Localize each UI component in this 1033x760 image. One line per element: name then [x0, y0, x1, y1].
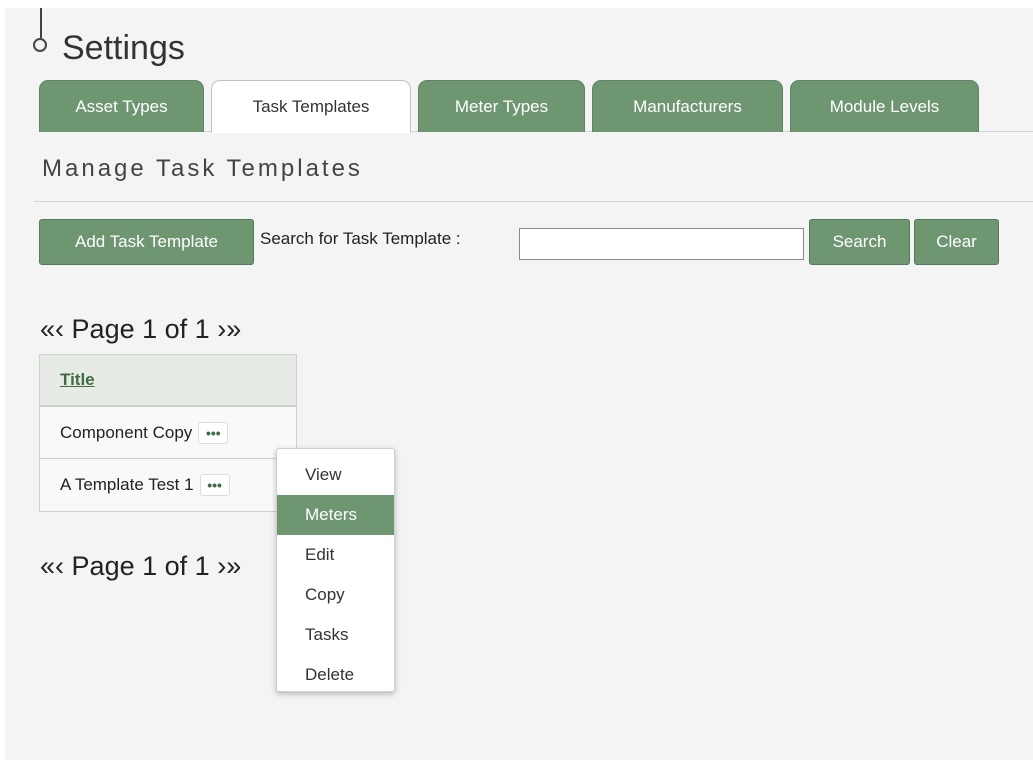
clear-button[interactable]: Clear [914, 219, 999, 265]
menu-item-copy[interactable]: Copy [277, 575, 394, 615]
menu-item-view[interactable]: View [277, 455, 394, 495]
prev-page-icon[interactable]: ‹ [55, 314, 64, 344]
tab-manufacturers[interactable]: Manufacturers [592, 80, 783, 132]
row-menu-icon[interactable]: ••• [198, 421, 229, 444]
tab-meter-types[interactable]: Meter Types [418, 80, 585, 132]
settings-tabs: Asset Types Task Templates Meter Types M… [39, 80, 1033, 133]
next-page-icon[interactable]: › [217, 551, 226, 581]
add-task-template-button[interactable]: Add Task Template [39, 219, 254, 265]
search-label: Search for Task Template : [260, 229, 461, 248]
row-title: Component Copy [60, 422, 193, 442]
page-indicator: Page 1 of 1 [71, 314, 210, 344]
prev-page-icon[interactable]: ‹ [55, 551, 64, 581]
tab-module-levels[interactable]: Module Levels [790, 80, 979, 132]
menu-item-edit[interactable]: Edit [277, 535, 394, 575]
header-decoration-line [40, 8, 42, 38]
first-page-icon[interactable]: « [40, 551, 55, 581]
header-circle-icon [33, 38, 47, 52]
menu-item-delete[interactable]: Delete [277, 655, 394, 695]
row-context-menu: View Meters Edit Copy Tasks Delete [276, 448, 395, 692]
table-header: Title [40, 355, 296, 407]
page-indicator: Page 1 of 1 [71, 551, 210, 581]
section-title: Manage Task Templates [42, 155, 363, 182]
section-divider [34, 201, 1033, 202]
last-page-icon[interactable]: » [226, 551, 241, 581]
table-row: Component Copy ••• [40, 407, 296, 459]
table-row: A Template Test 1 ••• [40, 459, 296, 511]
pager-top: «‹ Page 1 of 1 ›» [40, 314, 241, 345]
menu-item-tasks[interactable]: Tasks [277, 615, 394, 655]
next-page-icon[interactable]: › [217, 314, 226, 344]
search-input[interactable] [519, 228, 804, 260]
title-column-header[interactable]: Title [60, 370, 95, 390]
menu-item-meters[interactable]: Meters [277, 495, 394, 535]
row-title: A Template Test 1 [60, 475, 194, 494]
pager-bottom: «‹ Page 1 of 1 ›» [40, 551, 241, 582]
last-page-icon[interactable]: » [226, 314, 241, 344]
row-menu-icon[interactable]: ••• [199, 474, 230, 496]
task-templates-table: Title Component Copy ••• A Template Test… [39, 354, 297, 512]
search-button[interactable]: Search [809, 219, 910, 265]
page-title: Settings [62, 29, 185, 67]
tab-asset-types[interactable]: Asset Types [39, 80, 204, 132]
tab-task-templates[interactable]: Task Templates [211, 80, 411, 133]
first-page-icon[interactable]: « [40, 314, 55, 344]
